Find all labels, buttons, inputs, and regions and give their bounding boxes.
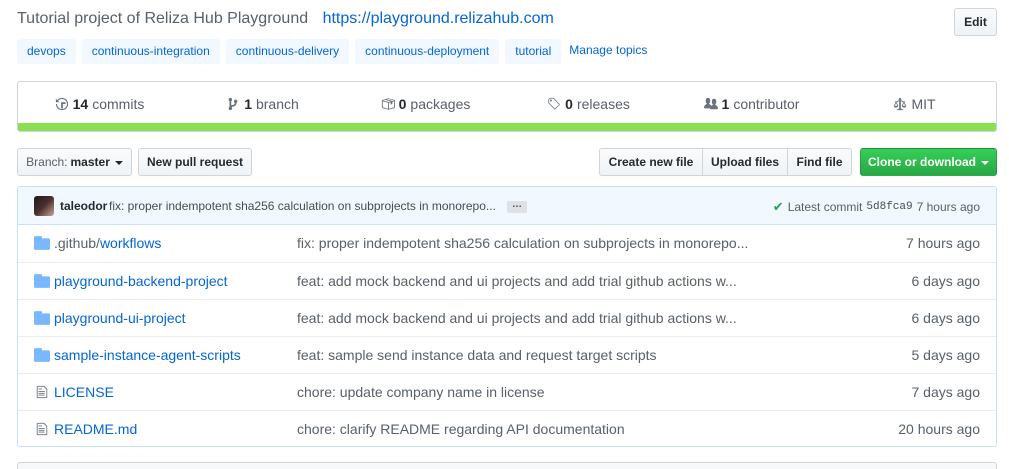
file-name-prefix: .github/	[54, 235, 100, 251]
package-icon	[381, 97, 395, 110]
file-age: 5 days ago	[911, 347, 981, 363]
branch-select-button[interactable]: Branch: master	[17, 148, 132, 176]
repo-summary: 14 commits 1 branch 0 packages 0 release…	[17, 81, 997, 132]
file-navigation: Branch: master New pull request Create n…	[17, 148, 997, 176]
chevron-down-icon	[981, 161, 989, 165]
avatar[interactable]	[34, 196, 54, 216]
new-pull-request-button[interactable]: New pull request	[138, 148, 252, 176]
contributors-link[interactable]: 1 contributor	[670, 96, 833, 112]
tag-icon	[548, 97, 560, 109]
file-commit-message-link[interactable]: fix: proper indempotent sha256 calculati…	[297, 235, 748, 251]
contributors-label: contributor	[733, 95, 800, 112]
commit-message-link[interactable]: fix: proper indempotent sha256 calculati…	[109, 199, 496, 213]
topic-tag[interactable]: continuous-deployment	[355, 38, 500, 64]
file-rows: .github/workflows fix: proper indempoten…	[18, 225, 996, 446]
file-name-link[interactable]: LICENSE	[54, 384, 114, 400]
latest-commit-label: Latest commit	[787, 200, 863, 214]
history-icon	[55, 97, 68, 110]
commit-sha-link[interactable]: 5d8fca9	[866, 201, 912, 213]
commit-age: 7 hours ago	[916, 200, 980, 214]
contributors-count: 1	[721, 95, 730, 112]
file-commit-message-link[interactable]: feat: add mock backend and ui projects a…	[297, 273, 737, 289]
topic-tag[interactable]: tutorial	[505, 38, 562, 64]
latest-commit-info: ✔ Latest commit 5d8fca9 7 hours ago	[773, 199, 980, 215]
folder-icon	[34, 311, 50, 325]
file-name-link[interactable]: playground-ui-project	[54, 310, 186, 326]
readme-header	[17, 462, 997, 469]
repo-description-row: Tutorial project of Reliza Hub Playgroun…	[17, 8, 997, 38]
license-link[interactable]: MIT	[833, 96, 996, 112]
file-icon	[34, 422, 50, 436]
folder-icon	[34, 274, 50, 288]
clone-or-download-label: Clone or download	[868, 155, 976, 169]
file-age: 6 days ago	[911, 273, 981, 289]
file-age: 6 days ago	[911, 310, 981, 326]
file-icon	[34, 385, 50, 399]
commits-link[interactable]: 14 commits	[18, 96, 181, 112]
table-row: playground-backend-project feat: add moc…	[18, 262, 996, 299]
file-name-text: playground-ui-project	[54, 310, 186, 326]
repo-description: Tutorial project of Reliza Hub Playgroun…	[17, 10, 554, 28]
file-commit-message-link[interactable]: chore: clarify README regarding API docu…	[297, 421, 625, 437]
find-file-button[interactable]: Find file	[787, 148, 852, 176]
file-name-text: workflows	[99, 235, 162, 251]
packages-count: 0	[398, 95, 407, 112]
packages-link[interactable]: 0 packages	[344, 96, 507, 112]
file-age: 7 days ago	[911, 384, 981, 400]
branch-label: Branch:	[26, 155, 68, 169]
check-icon: ✔	[772, 199, 784, 214]
commits-label: commits	[92, 95, 145, 112]
repo-homepage-link[interactable]: https://playground.relizahub.com	[323, 10, 554, 27]
file-commit-message-link[interactable]: feat: add mock backend and ui projects a…	[297, 310, 737, 326]
file-name-link[interactable]: README.md	[54, 421, 137, 437]
file-name-text: playground-backend-project	[54, 273, 228, 289]
file-age: 20 hours ago	[898, 421, 980, 437]
file-commit-message-link[interactable]: feat: sample send instance data and requ…	[297, 347, 657, 363]
file-listing: taleodor fix: proper indempotent sha256 …	[17, 186, 997, 447]
table-row: README.md chore: clarify README regardin…	[18, 410, 996, 446]
file-name-link[interactable]: .github/workflows	[54, 235, 161, 251]
edit-description-button[interactable]: Edit	[954, 8, 997, 36]
packages-label: packages	[410, 95, 471, 112]
branches-link[interactable]: 1 branch	[181, 96, 344, 112]
commit-author-link[interactable]: taleodor	[60, 199, 107, 213]
table-row: sample-instance-agent-scripts feat: samp…	[18, 336, 996, 373]
file-name-text: README.md	[54, 421, 138, 437]
create-new-file-button[interactable]: Create new file	[599, 148, 703, 176]
table-row: playground-ui-project feat: add mock bac…	[18, 299, 996, 336]
law-icon	[894, 97, 907, 110]
branches-count: 1	[244, 95, 252, 112]
file-name-link[interactable]: playground-backend-project	[54, 273, 228, 289]
commits-count: 14	[72, 95, 89, 112]
topics-list: devops continuous-integration continuous…	[17, 38, 647, 64]
topic-tag[interactable]: devops	[17, 38, 76, 64]
folder-icon	[34, 348, 50, 362]
releases-count: 0	[565, 95, 573, 112]
license-label: MIT	[911, 95, 936, 112]
branches-label: branch	[255, 95, 299, 112]
language-bar[interactable]	[18, 123, 996, 131]
upload-files-button[interactable]: Upload files	[702, 148, 788, 176]
file-name-text: LICENSE	[54, 384, 114, 400]
expand-commit-message-button[interactable]: …	[507, 200, 527, 213]
table-row: LICENSE chore: update company name in li…	[18, 373, 996, 410]
repo-description-text: Tutorial project of Reliza Hub Playgroun…	[17, 10, 309, 27]
releases-link[interactable]: 0 releases	[507, 96, 670, 112]
clone-or-download-button[interactable]: Clone or download	[860, 148, 997, 176]
file-name-link[interactable]: sample-instance-agent-scripts	[54, 347, 241, 363]
manage-topics-link[interactable]: Manage topics	[569, 43, 647, 57]
file-commit-message-link[interactable]: chore: update company name in license	[297, 384, 544, 400]
file-name-text: sample-instance-agent-scripts	[54, 347, 241, 363]
git-branch-icon	[228, 97, 238, 110]
folder-icon	[34, 236, 50, 250]
releases-label: releases	[576, 95, 630, 112]
table-row: .github/workflows fix: proper indempoten…	[18, 225, 996, 262]
chevron-down-icon	[114, 161, 123, 165]
topic-tag[interactable]: continuous-integration	[81, 38, 220, 64]
latest-commit-bar: taleodor fix: proper indempotent sha256 …	[18, 187, 996, 225]
topic-tag[interactable]: continuous-delivery	[225, 38, 350, 64]
file-age: 7 hours ago	[906, 235, 980, 251]
branch-name: master	[70, 155, 110, 169]
people-icon	[703, 97, 718, 109]
